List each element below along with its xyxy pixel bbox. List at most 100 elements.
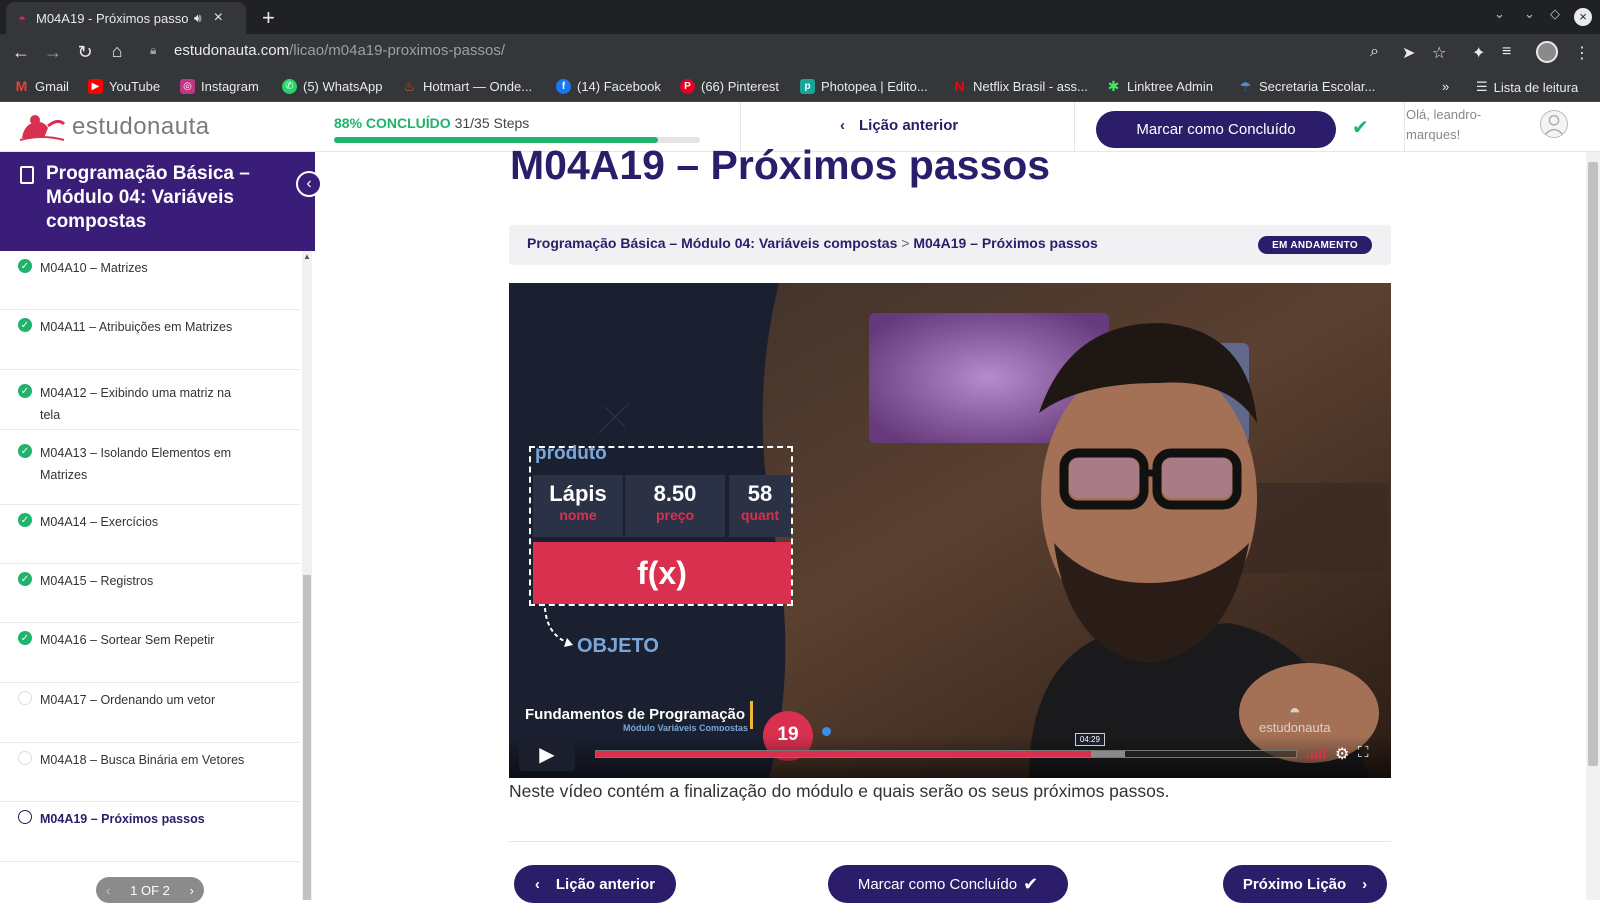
sidebar-lesson-item[interactable]: ✓ M04A15 – Registros <box>0 564 300 623</box>
bookmark-label: Linktree Admin <box>1127 79 1213 94</box>
bookmark-netflix[interactable]: N Netflix Brasil - ass... <box>952 79 1087 95</box>
media-control-icon[interactable]: ≡ <box>1502 43 1511 61</box>
pager-next-icon[interactable]: › <box>190 883 194 898</box>
series-title: Fundamentos de Programação <box>525 706 746 723</box>
sidebar-lesson-label: M04A11 – Atribuições em Matrizes <box>40 320 233 334</box>
reading-list-button[interactable]: ☰ Lista de leitura <box>1476 79 1578 95</box>
audio-playing-icon[interactable]: 🔊︎ <box>194 11 202 26</box>
header-mark-complete-button[interactable]: Marcar como Concluído <box>1096 111 1336 148</box>
restore-icon[interactable]: ◇ <box>1550 6 1560 22</box>
volume-icon[interactable] <box>1307 747 1325 759</box>
header-prev-label: Lição anterior <box>859 117 959 134</box>
sidebar-lesson-item[interactable]: ✓ M04A14 – Exercícios <box>0 505 300 564</box>
more-bookmarks-icon[interactable]: » <box>1442 79 1449 94</box>
page-scrollbar-thumb[interactable] <box>1588 162 1598 766</box>
bookmark-facebook[interactable]: f (14) Facebook <box>556 79 661 94</box>
sidebar-lesson-label: M04A19 – Próximos passos <box>40 812 205 826</box>
bookmark-label: Gmail <box>35 79 69 94</box>
video-watermark: ◓ estudonauta <box>1259 701 1331 732</box>
browser-menu-icon[interactable]: ⋮ <box>1574 43 1590 63</box>
header-prev-lesson-link[interactable]: ‹ Lição anterior <box>840 117 958 134</box>
content-divider <box>509 841 1391 842</box>
next-lesson-button[interactable]: Próximo Lição › <box>1223 865 1387 903</box>
window-close-icon[interactable]: × <box>1574 8 1592 26</box>
whatsapp-icon: ✆ <box>282 79 297 94</box>
estudonauta-logo[interactable]: estudonauta <box>18 112 210 142</box>
sidebar-lesson-label: M04A15 – Registros <box>40 574 154 588</box>
lesson-description: Neste vídeo contém a finalização do módu… <box>509 781 1170 801</box>
lock-icon[interactable]: 🔒︎ <box>150 43 156 58</box>
attribute-value: 58 <box>747 481 773 506</box>
sidebar-lesson-label: M04A10 – Matrizes <box>40 261 148 275</box>
breadcrumb-course-link[interactable]: Programação Básica – Módulo 04: Variávei… <box>527 235 897 251</box>
seek-bar-played <box>596 751 1091 757</box>
extensions-icon[interactable]: ✦ <box>1472 43 1485 63</box>
estudonauta-logo-icon <box>19 115 66 141</box>
bookmark-star-icon[interactable]: ☆ <box>1432 43 1446 63</box>
pager-prev-icon[interactable]: ‹ <box>106 883 110 898</box>
home-icon[interactable]: ⌂ <box>106 41 128 62</box>
bookmark-label: (14) Facebook <box>577 79 661 94</box>
new-tab-icon[interactable]: + <box>262 5 275 31</box>
lesson-pager: ‹ 1 OF 2 › <box>96 877 204 903</box>
tab-search-icon[interactable]: ⌄ <box>1494 6 1505 22</box>
video-player[interactable]: produto Lápis nome 8.50 preço 58 quant f… <box>509 283 1391 778</box>
breadcrumb-lesson-link[interactable]: M04A19 – Próximos passos <box>913 235 1097 251</box>
back-icon[interactable]: ← <box>10 42 32 63</box>
bookmark-linktree[interactable]: ✱ Linktree Admin <box>1106 79 1213 95</box>
play-icon: ▶ <box>539 743 555 766</box>
completed-check-icon: ✓ <box>18 513 32 527</box>
bookmark-hotmart[interactable]: ♨ Hotmart — Onde... <box>402 79 532 94</box>
completed-check-icon: ✓ <box>18 259 32 273</box>
sidebar-lesson-item[interactable]: ✓ M04A12 – Exibindo uma matriz na tela <box>0 370 300 430</box>
zoom-icon[interactable]: ⌕ <box>1370 43 1379 61</box>
bookmark-label: (5) WhatsApp <box>303 79 383 94</box>
sidebar-collapse-button[interactable]: ‹ <box>296 171 322 197</box>
pinterest-icon: P <box>680 79 695 94</box>
bookmark-youtube[interactable]: ▶ YouTube <box>88 79 160 94</box>
bookmark-pinterest[interactable]: P (66) Pinterest <box>680 79 779 94</box>
chevron-left-icon: ‹ <box>840 117 845 134</box>
breadcrumb: Programação Básica – Módulo 04: Variávei… <box>509 225 1391 265</box>
browser-profile-avatar[interactable] <box>1536 41 1558 63</box>
sidebar-lesson-item[interactable]: M04A19 – Próximos passos <box>0 802 300 862</box>
sidebar-lesson-item[interactable]: ✓ M04A13 – Isolando Elementos em Matrizes <box>0 430 300 505</box>
seek-bar[interactable] <box>595 750 1297 758</box>
bookmark-label: Secretaria Escolar... <box>1259 79 1376 94</box>
attribute-cell: 58 quant <box>729 475 791 537</box>
bookmark-photopea[interactable]: p Photopea | Edito... <box>800 79 928 94</box>
bookmark-secretaria[interactable]: ☂ Secretaria Escolar... <box>1238 79 1376 94</box>
sidebar-lesson-label: M04A18 – Busca Binária em Vetores <box>40 753 245 767</box>
completed-check-icon: ✓ <box>18 631 32 645</box>
reload-icon[interactable]: ↻ <box>74 42 96 63</box>
tab-close-icon[interactable]: × <box>214 9 223 27</box>
send-icon[interactable]: ➤ <box>1402 43 1415 63</box>
checkmark-icon: ✔ <box>1352 117 1369 139</box>
sidebar-lesson-item[interactable]: ✓ M04A10 – Matrizes <box>0 251 300 310</box>
user-avatar-icon[interactable] <box>1540 110 1568 138</box>
forward-icon[interactable]: → <box>42 42 64 63</box>
sidebar-scrollbar-thumb[interactable] <box>303 575 311 900</box>
fullscreen-icon[interactable]: ⛶ <box>1358 744 1369 761</box>
sidebar-lesson-item[interactable]: M04A18 – Busca Binária em Vetores <box>0 743 300 802</box>
minimize-icon[interactable]: ⌄ <box>1524 6 1535 22</box>
settings-gear-icon[interactable]: ⚙ <box>1335 744 1349 764</box>
watermark-text: estudonauta <box>1259 720 1331 732</box>
sidebar-lesson-item[interactable]: ✓ M04A16 – Sortear Sem Repetir <box>0 623 300 683</box>
bookmark-gmail[interactable]: M Gmail <box>14 79 69 95</box>
sidebar-lesson-item[interactable]: M04A17 – Ordenando um vetor <box>0 683 300 743</box>
pager-label: 1 OF 2 <box>130 882 170 898</box>
bookmark-whatsapp[interactable]: ✆ (5) WhatsApp <box>282 79 382 94</box>
play-button[interactable]: ▶ <box>519 737 575 771</box>
scroll-up-icon[interactable]: ▲ <box>302 252 312 261</box>
sidebar-course-header[interactable]: Programação Básica – Módulo 04: Variávei… <box>0 152 315 251</box>
sidebar-lesson-item[interactable]: ✓ M04A11 – Atribuições em Matrizes <box>0 310 300 370</box>
mark-complete-button[interactable]: Marcar como Concluído ✔ <box>828 865 1068 903</box>
browser-tab[interactable]: ◓ M04A19 - Próximos passo 🔊︎ × <box>6 2 246 34</box>
address-bar[interactable]: estudonauta.com/licao/m04a19-proximos-pa… <box>174 42 505 59</box>
prev-lesson-button[interactable]: ‹ Lição anterior <box>514 865 676 903</box>
bookmark-label: Instagram <box>201 79 259 94</box>
status-badge: EM ANDAMENTO <box>1258 236 1372 254</box>
bookmark-instagram[interactable]: ◎ Instagram <box>180 79 259 94</box>
sidebar-lesson-label: M04A17 – Ordenando um vetor <box>40 693 216 707</box>
